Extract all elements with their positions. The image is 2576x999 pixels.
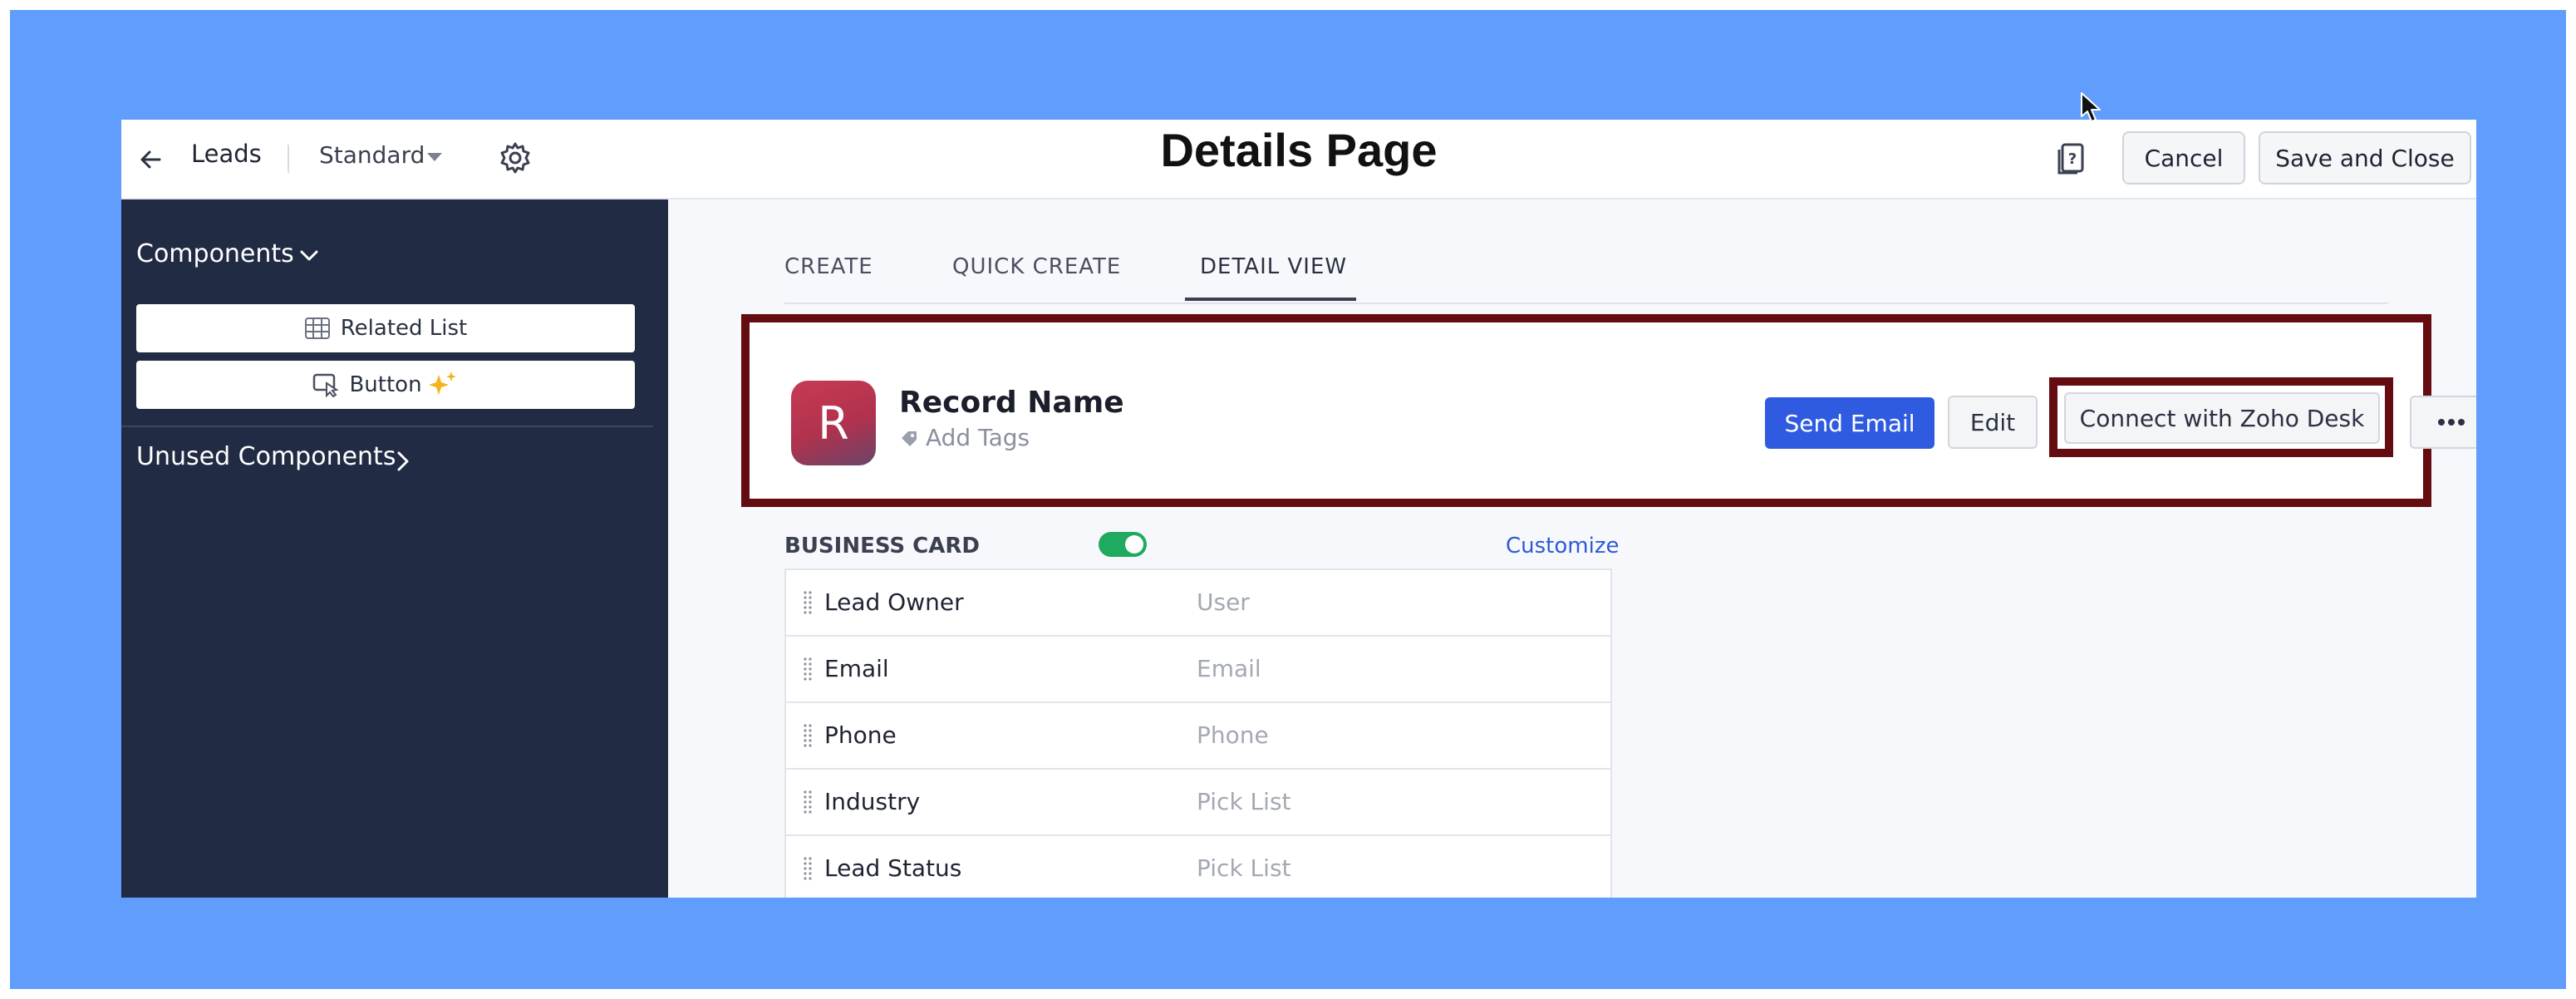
connect-zoho-desk-button[interactable]: Connect with Zoho Desk (2064, 392, 2380, 444)
tab-create[interactable]: CREATE (784, 254, 873, 279)
cancel-button[interactable]: Cancel (2122, 131, 2245, 185)
svg-text:?: ? (2068, 150, 2077, 168)
mouse-pointer-icon (2081, 92, 2101, 122)
business-card-toggle[interactable] (1099, 532, 1147, 557)
send-email-button[interactable]: Send Email (1765, 397, 1934, 449)
cursor-click-icon (313, 373, 340, 397)
business-card-fields: Lead Owner User Email Email Phone Phone (784, 568, 1612, 898)
field-label: Email (824, 655, 889, 682)
sparkle-icon (428, 372, 456, 395)
field-type: Pick List (1197, 854, 1291, 882)
field-row[interactable]: Lead Owner User (784, 570, 1612, 637)
unused-components-heading[interactable]: Unused Components (136, 442, 396, 471)
tab-quick-create[interactable]: QUICK CREATE (952, 254, 1121, 279)
field-label: Industry (824, 788, 921, 815)
button-component[interactable]: Button (136, 361, 635, 409)
add-tags-link[interactable]: Add Tags (926, 424, 1030, 451)
save-and-close-button[interactable]: Save and Close (2259, 131, 2471, 185)
drag-handle-icon[interactable] (803, 657, 813, 683)
table-icon (304, 317, 330, 339)
more-actions-button[interactable] (2410, 396, 2476, 449)
related-list-label: Related List (340, 316, 468, 341)
customize-link[interactable]: Customize (1506, 534, 1619, 559)
components-heading[interactable]: Components (136, 239, 294, 268)
field-row[interactable]: Lead Status Pick List (784, 836, 1612, 898)
top-bar: Leads Standard Details Page ? Cancel Sav… (121, 120, 2476, 199)
chevron-down-icon[interactable] (297, 248, 321, 264)
field-label: Phone (824, 721, 897, 749)
field-type: Pick List (1197, 788, 1291, 815)
drag-handle-icon[interactable] (803, 723, 813, 750)
record-avatar: R (791, 381, 876, 465)
main-content: CREATE QUICK CREATE DETAIL VIEW R Record… (668, 199, 2476, 898)
field-label: Lead Owner (824, 588, 964, 616)
sidebar-divider (121, 426, 653, 427)
record-name: Record Name (899, 386, 1124, 420)
field-row[interactable]: Phone Phone (784, 703, 1612, 770)
field-type: Phone (1197, 721, 1269, 749)
drag-handle-icon[interactable] (803, 790, 813, 816)
view-tabs: CREATE QUICK CREATE DETAIL VIEW (784, 199, 2388, 304)
edit-button[interactable]: Edit (1948, 396, 2038, 449)
toggle-knob (1125, 535, 1143, 554)
field-row[interactable]: Industry Pick List (784, 770, 1612, 836)
screen-background: Leads Standard Details Page ? Cancel Sav… (10, 10, 2566, 989)
field-type: Email (1197, 655, 1261, 682)
drag-handle-icon[interactable] (803, 856, 813, 883)
field-type: User (1197, 588, 1250, 616)
drag-handle-icon[interactable] (803, 590, 813, 617)
app-window: Leads Standard Details Page ? Cancel Sav… (121, 120, 2476, 898)
related-list-component[interactable]: Related List (136, 304, 635, 352)
business-card-label: BUSINESS CARD (784, 534, 980, 559)
button-label: Button (349, 372, 422, 397)
sidebar: Components Related List Button Unused Co… (121, 199, 668, 898)
tab-detail-view[interactable]: DETAIL VIEW (1200, 254, 1347, 279)
more-horizontal-icon (2438, 419, 2465, 426)
active-tab-indicator (1185, 298, 1356, 301)
chevron-right-icon[interactable] (394, 449, 412, 474)
tag-icon (902, 431, 917, 446)
field-row[interactable]: Email Email (784, 637, 1612, 703)
field-label: Lead Status (824, 854, 962, 882)
document-help-icon[interactable]: ? (2054, 140, 2089, 178)
